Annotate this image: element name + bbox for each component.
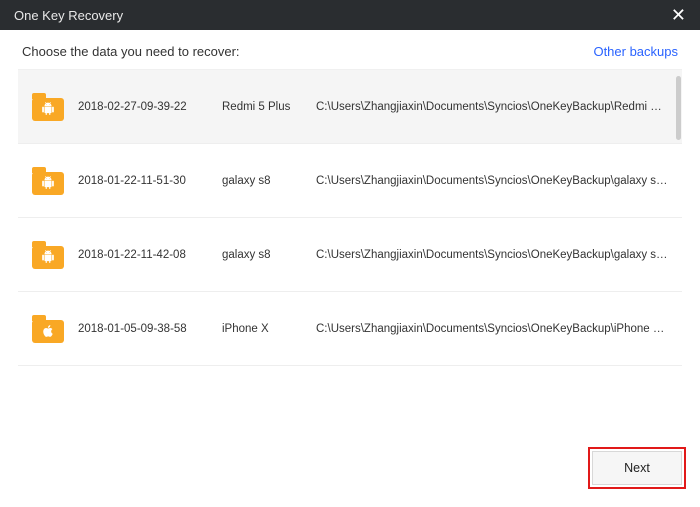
scrollbar-thumb[interactable] — [676, 76, 681, 140]
close-icon[interactable]: ✕ — [667, 4, 690, 26]
backup-row[interactable]: 2018-01-22-11-51-30 galaxy s8 C:\Users\Z… — [18, 144, 682, 218]
backup-list: 2018-02-27-09-39-22 Redmi 5 Plus C:\User… — [18, 70, 682, 366]
prompt-text: Choose the data you need to recover: — [22, 44, 240, 59]
titlebar: One Key Recovery ✕ — [0, 0, 700, 30]
backup-device: Redmi 5 Plus — [222, 101, 302, 113]
backup-row[interactable]: 2018-01-22-11-42-08 galaxy s8 C:\Users\Z… — [18, 218, 682, 292]
folder-android-icon — [32, 93, 64, 121]
folder-android-icon — [32, 167, 64, 195]
backup-timestamp: 2018-01-22-11-51-30 — [78, 175, 208, 187]
next-button[interactable]: Next — [592, 451, 682, 485]
footer: Next — [592, 451, 682, 485]
backup-path: C:\Users\Zhangjiaxin\Documents\Syncios\O… — [316, 175, 668, 187]
backup-timestamp: 2018-01-22-11-42-08 — [78, 249, 208, 261]
backup-device: galaxy s8 — [222, 249, 302, 261]
backup-timestamp: 2018-02-27-09-39-22 — [78, 101, 208, 113]
backup-path: C:\Users\Zhangjiaxin\Documents\Syncios\O… — [316, 323, 668, 335]
other-backups-link[interactable]: Other backups — [593, 44, 678, 59]
backup-device: galaxy s8 — [222, 175, 302, 187]
backup-row[interactable]: 2018-02-27-09-39-22 Redmi 5 Plus C:\User… — [18, 70, 682, 144]
backup-path: C:\Users\Zhangjiaxin\Documents\Syncios\O… — [316, 101, 668, 113]
folder-apple-icon — [32, 315, 64, 343]
backup-device: iPhone X — [222, 323, 302, 335]
subheader: Choose the data you need to recover: Oth… — [0, 30, 700, 69]
backup-row[interactable]: 2018-01-05-09-38-58 iPhone X C:\Users\Zh… — [18, 292, 682, 366]
backup-timestamp: 2018-01-05-09-38-58 — [78, 323, 208, 335]
window-title: One Key Recovery — [14, 8, 123, 23]
backup-list-container: 2018-02-27-09-39-22 Redmi 5 Plus C:\User… — [18, 69, 682, 366]
folder-android-icon — [32, 241, 64, 269]
backup-path: C:\Users\Zhangjiaxin\Documents\Syncios\O… — [316, 249, 668, 261]
